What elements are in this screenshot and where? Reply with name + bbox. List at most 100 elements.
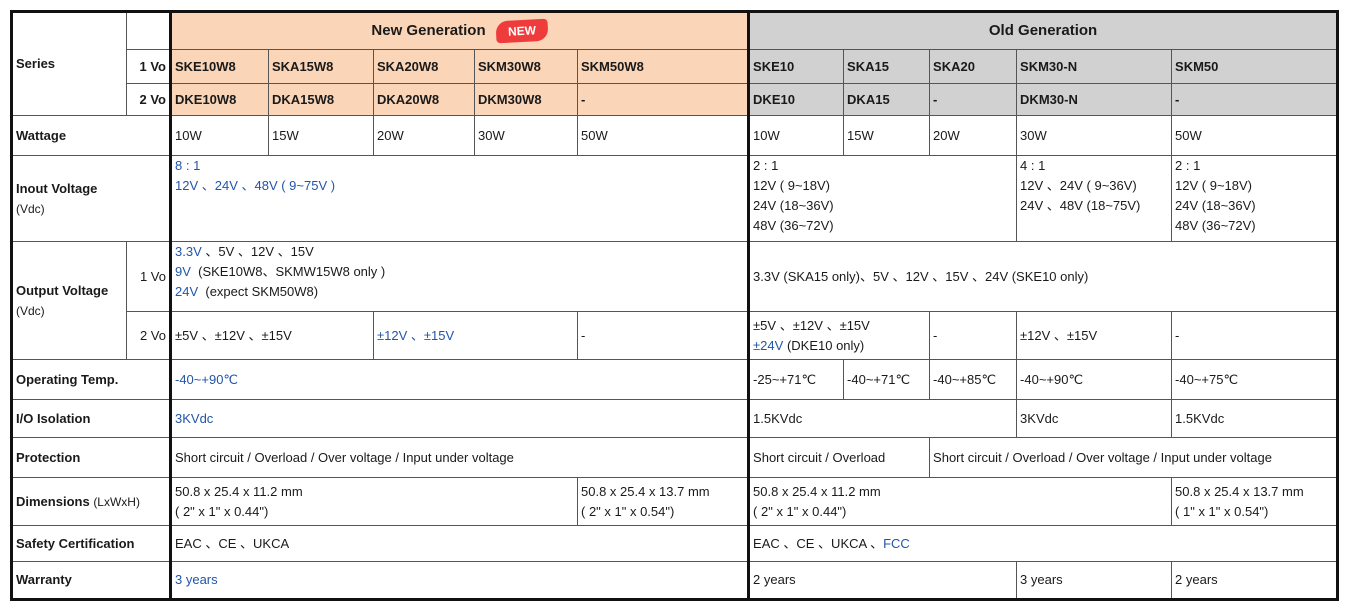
old-input-line: 12V 、24V ( 9~36V) [1020,178,1137,193]
new-model-1vo: SKE10W8 [169,49,269,84]
old-io-isolation-a: 1.5KVdc [747,399,1018,438]
new-model-2vo: DKM30W8 [474,83,578,116]
input-voltage-label-cell: Inout Voltage (Vdc) [10,155,171,242]
models-2vo-row: 2 Vo DKE10W8 DKA15W8 DKA20W8 DKM30W8 - D… [12,83,1340,116]
old-operating-temp: -40~+85℃ [929,359,1018,400]
wattage-row: Wattage 10W 15W 20W 30W 50W 10W 15W 20W … [10,115,1340,156]
old-input-line: 2 : 1 [1175,158,1201,173]
input-voltage-row: Inout Voltage (Vdc) 8 : 1 12V 、24V 、48V … [10,155,1340,242]
old-wattage: 20W [929,115,1018,156]
new-wattage: 15W [268,115,374,156]
new-dimensions-a: 50.8 x 25.4 x 11.2 mm ( 2" x 1" x 0.44") [169,477,578,526]
old-input-line: 24V (18~36V) [753,198,834,213]
old-input-line: 48V (36~72V) [1175,218,1256,233]
output-voltage-unit: (Vdc) [16,303,45,318]
new-output-1vo-line: 24V (expect SKM50W8) [175,282,744,302]
old-operating-temp: -40~+90℃ [1016,359,1173,400]
old-protection-b: Short circuit / Overload / Over voltage … [929,437,1340,478]
dimension-line: 50.8 x 25.4 x 13.7 mm [581,483,710,499]
new-output-1vo-line: 9V (SKE10W8、SKMW15W8 only ) [175,262,744,282]
output-voltage-label-cell: Output Voltage (Vdc) [10,241,127,360]
old-output-2vo-b: - [929,311,1018,360]
dimension-line: 50.8 x 25.4 x 11.2 mm [753,483,881,499]
series-label: Series [10,10,127,116]
io-isolation-label: I/O Isolation [10,399,171,438]
safety-label: Safety Certification [10,525,171,562]
output-vo2-label: 2 Vo [126,311,171,360]
highlight-text: 9V [175,264,191,279]
old-wattage: 10W [747,115,845,156]
old-protection-a: Short circuit / Overload [747,437,931,478]
vo2-label: 2 Vo [126,83,171,116]
new-protection: Short circuit / Overload / Over voltage … [168,437,750,478]
safety-row: Safety Certification EAC 、CE 、UKCA EAC 、… [10,525,1340,562]
old-io-isolation-b: 3KVdc [1016,399,1173,438]
wattage-label: Wattage [10,115,171,156]
header-spacer [126,10,171,50]
protection-row: Protection Short circuit / Overload / Ov… [10,437,1340,478]
models-1vo-row: 1 Vo SKE10W8 SKA15W8 SKA20W8 SKM30W8 SKM… [12,49,1340,84]
old-model-1vo: SKA15 [843,49,931,84]
new-output-2vo: ±5V 、±12V 、±15V [169,311,374,360]
old-input-line: 2 : 1 [753,158,779,173]
dimension-line: ( 2" x 1" x 0.54") [581,503,675,519]
old-output-2vo-d: - [1171,311,1340,360]
io-isolation-row: I/O Isolation 3KVdc 1.5KVdc 3KVdc 1.5KVd… [10,399,1340,438]
new-operating-temp: -40~+90℃ [168,359,750,400]
highlight-text: ±24V [753,337,784,353]
old-dimensions-b: 50.8 x 25.4 x 13.7 mm ( 1" x 1" x 0.54") [1171,477,1340,526]
old-model-1vo: SKM30-N [1016,49,1173,84]
highlight-text: FCC [883,535,910,551]
new-wattage: 30W [474,115,578,156]
dimensions-unit: (LxWxH) [93,494,140,509]
output-voltage-1vo-row: Output Voltage (Vdc) 1 Vo 3.3V 、5V 、12V … [10,241,1340,360]
old-dimensions-a: 50.8 x 25.4 x 11.2 mm ( 2" x 1" x 0.44") [747,477,1173,526]
dimensions-row: Dimensions (LxWxH) 50.8 x 25.4 x 11.2 mm… [10,477,1340,526]
new-wattage: 50W [576,115,750,156]
new-input-range: 12V 、24V 、48V ( 9~75V ) [175,178,336,193]
new-safety: EAC 、CE 、UKCA [168,525,750,562]
new-generation-header: New Generation NEW [168,10,750,50]
dimension-line: 50.8 x 25.4 x 11.2 mm [175,483,303,499]
dimensions-label-cell: Dimensions (LxWxH) [10,477,171,526]
new-output-2vo: - [576,311,750,360]
old-safety: EAC 、CE 、UKCA 、FCC [747,525,1340,562]
old-warranty-a: 2 years [747,561,1018,601]
plain-text: (SKE10W8、SKMW15W8 only ) [198,264,386,279]
operating-temp-row: Operating Temp. -40~+90℃ -25~+71℃ -40~+7… [10,359,1340,400]
old-model-2vo: - [1171,83,1340,116]
output-vo1-label: 1 Vo [126,241,171,312]
new-model-2vo: - [576,83,750,116]
new-output-1vo-line: 3.3V 、5V 、12V 、15V [175,243,744,263]
new-output-1vo: 3.3V 、5V 、12V 、15V 9V (SKE10W8、SKMW15W8 … [168,241,750,312]
highlight-text: 24V [175,284,199,299]
old-generation-header: Old Generation [747,10,1340,50]
comparison-table-wrapper: Series New Generation NEW Old Generation … [10,10,1340,601]
new-io-isolation: 3KVdc [168,399,750,438]
vo1-label: 1 Vo [126,49,171,84]
old-warranty-c: 2 years [1171,561,1340,601]
new-model-2vo: DKA15W8 [268,83,374,116]
output-voltage-label: Output Voltage [16,282,109,298]
old-model-2vo: - [929,83,1018,116]
generation-header-row: Series New Generation NEW Old Generation [10,10,1340,116]
new-warranty: 3 years [168,561,750,601]
old-operating-temp: -25~+71℃ [747,359,845,400]
old-output-1vo: 3.3V (SKA15 only)、5V 、12V 、15V 、24V (SKE… [747,241,1340,312]
new-model-1vo: SKM50W8 [576,49,750,84]
old-input-line: 12V ( 9~18V) [753,178,831,193]
protection-label: Protection [10,437,171,478]
plain-text: 、5V 、12V 、15V [205,244,314,259]
warranty-row: Warranty 3 years 2 years 3 years 2 years [10,561,1340,601]
old-input-line: 48V (36~72V) [753,218,834,233]
dimension-line: ( 2" x 1" x 0.44") [175,503,269,519]
old-wattage: 30W [1016,115,1173,156]
plain-text: EAC 、CE 、UKCA 、 [753,535,884,551]
dimensions-label: Dimensions [16,493,90,509]
old-model-2vo: DKE10 [747,83,845,116]
plain-text: (expect SKM50W8) [205,284,319,299]
old-input-voltage-c: 2 : 1 12V ( 9~18V) 24V (18~36V) 48V (36~… [1171,155,1340,242]
dimension-line: 50.8 x 25.4 x 13.7 mm [1175,483,1304,499]
old-output-2vo-c: ±12V 、±15V [1016,311,1173,360]
new-model-2vo: DKE10W8 [169,83,269,116]
